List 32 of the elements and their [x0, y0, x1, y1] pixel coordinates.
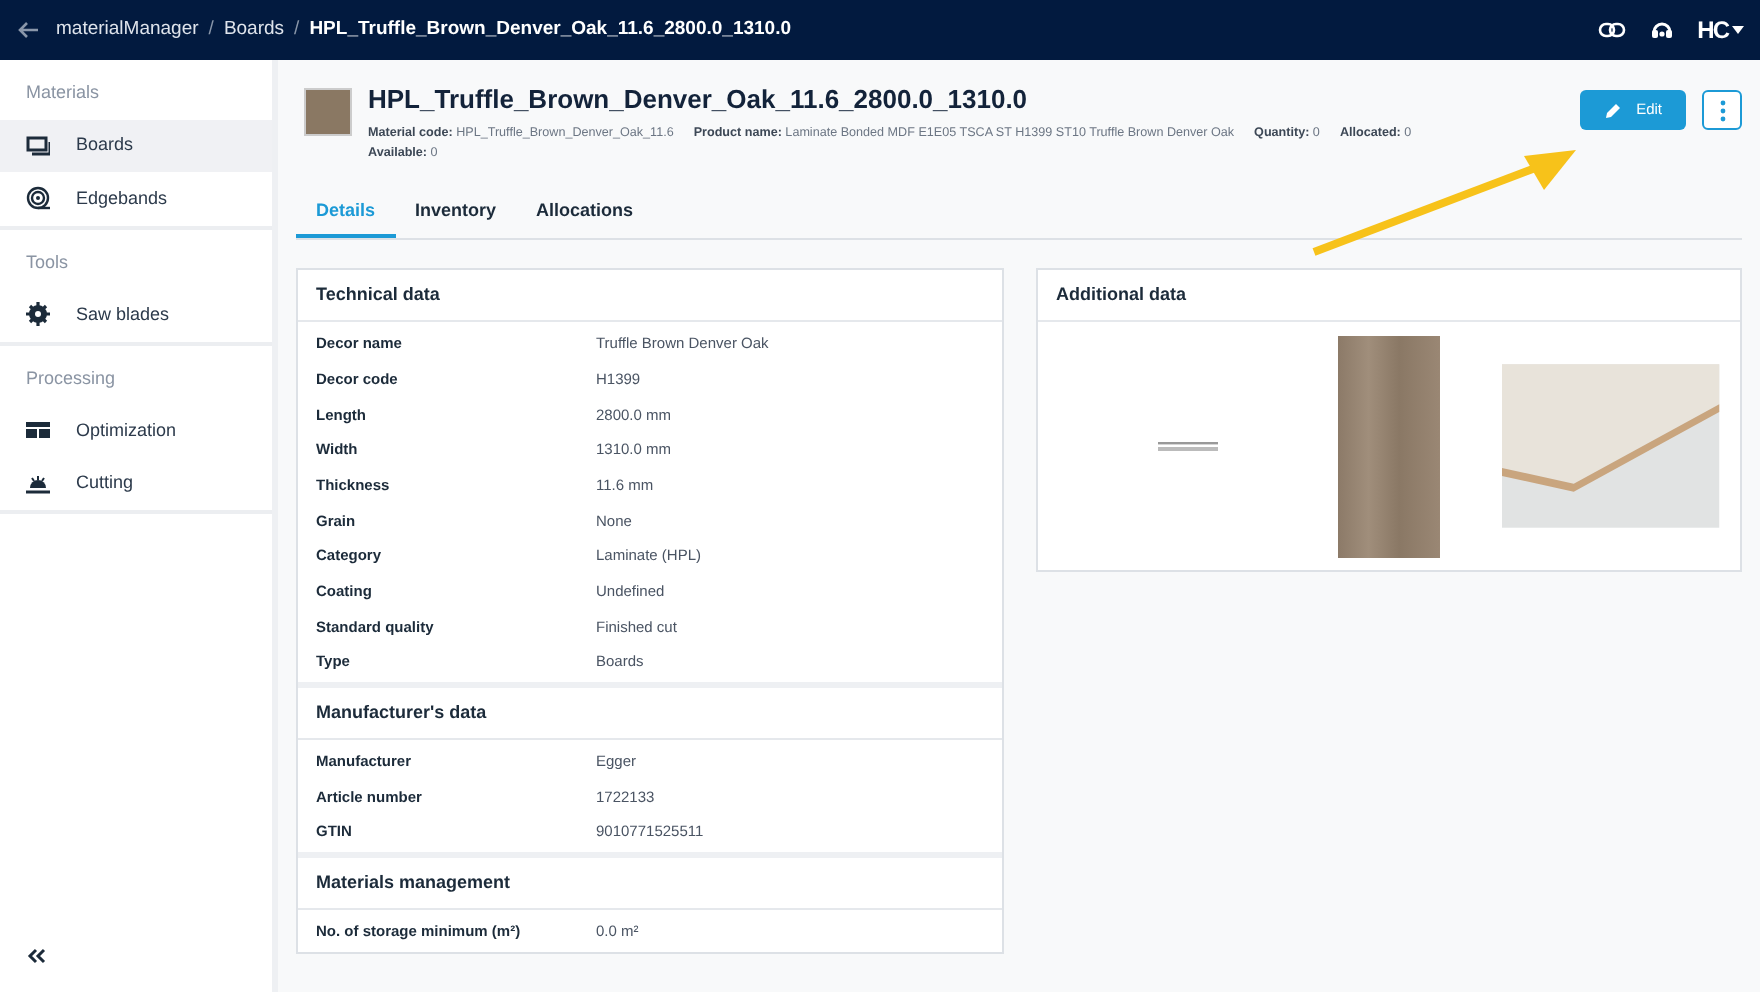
breadcrumb-separator: / — [208, 15, 214, 44]
saw-blade-icon — [26, 302, 50, 327]
tab[interactable]: Inventory — [395, 191, 517, 238]
manufacturer-logo-image — [1157, 441, 1218, 451]
link-icon[interactable] — [1597, 22, 1626, 38]
material-swatch — [304, 88, 352, 136]
material-title: HPL_Truffle_Brown_Denver_Oak_11.6_2800.0_1310.0 — [368, 82, 1030, 118]
section-title: Technical data — [298, 270, 1002, 322]
headset-icon[interactable] — [1649, 18, 1674, 42]
cutting-icon — [26, 471, 50, 496]
sidebar-item[interactable]: Boards — [0, 119, 272, 172]
pencil-icon — [1604, 101, 1623, 119]
more-vertical-icon — [1719, 99, 1725, 121]
caret-icon — [1732, 26, 1744, 34]
user-menu-button[interactable]: HC — [1697, 12, 1744, 48]
breadcrumb-item[interactable]: Boards — [223, 15, 285, 45]
layout-grid-icon — [26, 418, 50, 443]
sidebar-section-title: Processing — [24, 365, 118, 392]
breadcrumb-item[interactable]: materialManager — [56, 15, 199, 45]
sidebar-section-title: Tools — [24, 249, 71, 275]
section-title: Manufacturer's data — [298, 687, 1002, 740]
breadcrumb-item: HPL_Truffle_Brown_Denver_Oak_11.6_2800.0_1310.0 — [309, 15, 791, 44]
card-title: Additional data — [1038, 270, 1740, 322]
breadcrumb-separator: / — [294, 15, 300, 44]
sidebar-section-title: Materials — [24, 80, 102, 106]
boards-icon — [26, 133, 50, 158]
back-arrow-icon[interactable] — [16, 20, 40, 40]
collapse-sidebar-icon[interactable] — [26, 947, 46, 964]
edgeband-roll-icon — [26, 186, 50, 211]
section-title: Materials management — [298, 857, 1002, 910]
tab[interactable]: Allocations — [516, 191, 654, 238]
more-options-button[interactable] — [1702, 90, 1742, 130]
